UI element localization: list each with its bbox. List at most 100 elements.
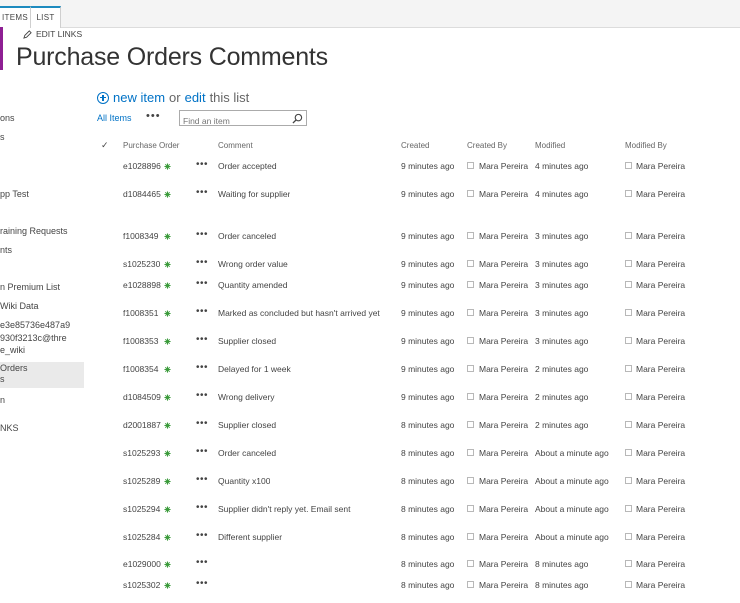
modified-by-link[interactable]: Mara Pereira — [636, 334, 685, 348]
created-by-link[interactable]: Mara Pereira — [479, 278, 528, 292]
purchase-order-link[interactable]: e1028898 — [123, 278, 161, 292]
modified-by-link[interactable]: Mara Pereira — [636, 390, 685, 404]
created-by-link[interactable]: Mara Pereira — [479, 306, 528, 320]
table-row[interactable]: d1084465 ••• Waiting for supplier 9 minutes… — [0, 187, 740, 201]
table-row[interactable]: e1028898 ••• Quantity amended 9 minutes ago… — [0, 278, 740, 292]
created-by-link[interactable]: Mara Pereira — [479, 446, 528, 460]
select-all-checkbox[interactable]: ✓ — [101, 140, 109, 151]
table-row[interactable]: s1025284 ••• Different supplier 8 minutes a… — [0, 530, 740, 544]
tab-items[interactable]: ITEMS — [0, 6, 30, 28]
item-menu-button[interactable]: ••• — [196, 474, 208, 486]
column-header-created[interactable]: Created — [401, 141, 429, 150]
item-menu-button[interactable]: ••• — [196, 334, 208, 346]
modified-by-link[interactable]: Mara Pereira — [636, 306, 685, 320]
purchase-order-link[interactable]: s1025302 — [123, 578, 160, 592]
item-menu-button[interactable]: ••• — [196, 530, 208, 542]
purchase-order-link[interactable]: d1084509 — [123, 390, 161, 404]
table-row[interactable]: d1084509 ••• Wrong delivery 9 minutes ago Ma… — [0, 390, 740, 404]
sidebar-item-1[interactable]: ons — [0, 113, 84, 124]
item-menu-button[interactable]: ••• — [196, 257, 208, 269]
purchase-order-link[interactable]: s1025293 — [123, 446, 160, 460]
modified-by-link[interactable]: Mara Pereira — [636, 474, 685, 488]
table-row[interactable]: s1025293 ••• Order canceled 8 minutes ago Ma… — [0, 446, 740, 460]
sidebar-item-2[interactable]: s — [0, 132, 84, 143]
created-by-link[interactable]: Mara Pereira — [479, 418, 528, 432]
modified-by-link[interactable]: Mara Pereira — [636, 229, 685, 243]
item-menu-button[interactable]: ••• — [196, 446, 208, 458]
created-by-link[interactable]: Mara Pereira — [479, 474, 528, 488]
created-by-link[interactable]: Mara Pereira — [479, 362, 528, 376]
modified-by-link[interactable]: Mara Pereira — [636, 187, 685, 201]
purchase-order-link[interactable]: f1008353 — [123, 334, 158, 348]
table-row[interactable]: f1008353 ••• Supplier closed 9 minutes ago M… — [0, 334, 740, 348]
table-row[interactable]: f1008354 ••• Delayed for 1 week 9 minutes a… — [0, 362, 740, 376]
modified-by-link[interactable]: Mara Pereira — [636, 557, 685, 571]
item-menu-button[interactable]: ••• — [196, 187, 208, 199]
item-menu-button[interactable]: ••• — [196, 578, 208, 590]
column-header-modified[interactable]: Modified — [535, 141, 565, 150]
table-row[interactable]: f1008351 ••• Marked as concluded but hasn'… — [0, 306, 740, 320]
item-menu-button[interactable]: ••• — [196, 418, 208, 430]
search-icon[interactable] — [292, 113, 303, 124]
created-by-link[interactable]: Mara Pereira — [479, 502, 528, 516]
sidebar-item-5[interactable]: nts — [0, 245, 84, 256]
purchase-order-link[interactable]: s1025230 — [123, 257, 160, 271]
tab-list[interactable]: LIST — [30, 6, 61, 28]
column-header-comment[interactable]: Comment — [218, 141, 253, 150]
table-row[interactable]: f1008349 ••• Order canceled 9 minutes ago Ma… — [0, 229, 740, 243]
purchase-order-link[interactable]: d2001887 — [123, 418, 161, 432]
item-menu-button[interactable]: ••• — [196, 362, 208, 374]
created-by-link[interactable]: Mara Pereira — [479, 530, 528, 544]
table-row[interactable]: d2001887 ••• Supplier closed 8 minutes ago M… — [0, 418, 740, 432]
search-input[interactable] — [180, 114, 291, 128]
created-by-link[interactable]: Mara Pereira — [479, 187, 528, 201]
edit-list-link[interactable]: edit — [185, 90, 206, 105]
item-menu-button[interactable]: ••• — [196, 557, 208, 569]
table-row[interactable]: s1025289 ••• Quantity x100 8 minutes ago Mar… — [0, 474, 740, 488]
new-item-link[interactable]: new item — [113, 90, 165, 105]
item-menu-button[interactable]: ••• — [196, 502, 208, 514]
purchase-order-link[interactable]: s1025294 — [123, 502, 160, 516]
column-header-modified-by[interactable]: Modified By — [625, 141, 667, 150]
purchase-order-link[interactable]: e1028896 — [123, 159, 161, 173]
created-by-link[interactable]: Mara Pereira — [479, 159, 528, 173]
column-header-purchase-order[interactable]: Purchase Order — [123, 141, 179, 150]
table-row[interactable]: e1028896 ••• Order accepted 9 minutes ago Ma… — [0, 159, 740, 173]
modified-by-link[interactable]: Mara Pereira — [636, 502, 685, 516]
modified-by-link[interactable]: Mara Pereira — [636, 257, 685, 271]
created-by-link[interactable]: Mara Pereira — [479, 257, 528, 271]
table-row[interactable]: s1025294 ••• Supplier didn't reply yet. Em… — [0, 502, 740, 516]
add-circle-icon[interactable] — [97, 91, 109, 104]
item-menu-button[interactable]: ••• — [196, 390, 208, 402]
view-more-button[interactable]: ••• — [146, 110, 161, 122]
column-header-created-by[interactable]: Created By — [467, 141, 507, 150]
purchase-order-link[interactable]: s1025289 — [123, 474, 160, 488]
table-row[interactable]: s1025230 ••• Wrong order value 9 minutes ag… — [0, 257, 740, 271]
modified-by-link[interactable]: Mara Pereira — [636, 159, 685, 173]
created-by-link[interactable]: Mara Pereira — [479, 557, 528, 571]
table-row[interactable]: e1029000 ••• 8 minutes ago Mara Pereira 8 mi… — [0, 557, 740, 571]
table-row[interactable]: s1025302 ••• 8 minutes ago Mara Pereira 8 mi… — [0, 578, 740, 592]
purchase-order-link[interactable]: e1029000 — [123, 557, 161, 571]
created-by-link[interactable]: Mara Pereira — [479, 334, 528, 348]
modified-by-link[interactable]: Mara Pereira — [636, 578, 685, 592]
view-all-items[interactable]: All Items — [97, 113, 132, 123]
purchase-order-link[interactable]: f1008349 — [123, 229, 158, 243]
modified-by-link[interactable]: Mara Pereira — [636, 418, 685, 432]
sidebar-item-wiki-line1[interactable]: e3e85736e487a9 — [0, 320, 84, 331]
purchase-order-link[interactable]: f1008351 — [123, 306, 158, 320]
modified-by-link[interactable]: Mara Pereira — [636, 362, 685, 376]
item-menu-button[interactable]: ••• — [196, 159, 208, 171]
purchase-order-link[interactable]: s1025284 — [123, 530, 160, 544]
purchase-order-link[interactable]: d1084465 — [123, 187, 161, 201]
modified-by-link[interactable]: Mara Pereira — [636, 278, 685, 292]
edit-links-button[interactable]: EDIT LINKS — [23, 29, 82, 39]
item-menu-button[interactable]: ••• — [196, 306, 208, 318]
modified-by-link[interactable]: Mara Pereira — [636, 530, 685, 544]
item-menu-button[interactable]: ••• — [196, 229, 208, 241]
modified-by-link[interactable]: Mara Pereira — [636, 446, 685, 460]
created-by-link[interactable]: Mara Pereira — [479, 390, 528, 404]
created-by-link[interactable]: Mara Pereira — [479, 229, 528, 243]
item-menu-button[interactable]: ••• — [196, 278, 208, 290]
purchase-order-link[interactable]: f1008354 — [123, 362, 158, 376]
